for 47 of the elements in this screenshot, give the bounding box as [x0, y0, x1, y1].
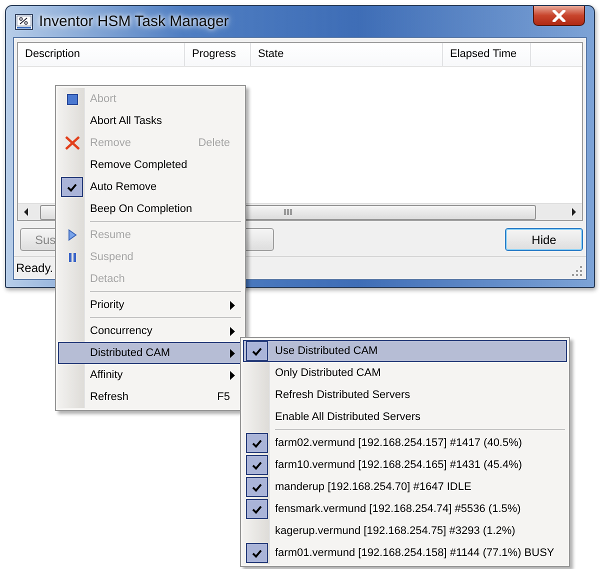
- app-icon: [15, 14, 33, 30]
- menu-item[interactable]: Concurrency: [58, 320, 243, 342]
- menu-item[interactable]: Refresh F5: [58, 386, 243, 408]
- check-icon: [246, 543, 268, 563]
- close-icon: [552, 10, 566, 22]
- menu-item[interactable]: manderup [192.168.254.70] #1647 IDLE: [243, 476, 567, 498]
- hide-button[interactable]: Hide: [505, 228, 583, 251]
- check-icon: [246, 455, 268, 475]
- scroll-right-icon[interactable]: [570, 207, 578, 217]
- check-icon: [246, 477, 268, 497]
- menu-item[interactable]: kagerup.vermund [192.168.254.75] #3293 (1.2%): [243, 520, 567, 542]
- column-header[interactable]: Elapsed Time: [443, 43, 531, 66]
- play-icon: [68, 229, 76, 241]
- pause-icon: [68, 252, 76, 262]
- menu-item[interactable]: Priority: [58, 294, 243, 316]
- check-icon: [246, 433, 268, 453]
- column-header[interactable]: Description: [18, 43, 185, 66]
- submenu-arrow-icon: [230, 326, 235, 336]
- menu-item[interactable]: Only Distributed CAM: [243, 362, 567, 384]
- status-text: Ready.: [16, 261, 54, 275]
- menu-item[interactable]: fensmark.vermund [192.168.254.74] #5536 (1.5%): [243, 498, 567, 520]
- check-icon: [246, 499, 268, 519]
- menu-item[interactable]: Refresh Distributed Servers: [243, 384, 567, 406]
- menu-item[interactable]: farm10.vermund [192.168.254.165] #1431 (45.4%): [243, 454, 567, 476]
- stop-icon: [66, 94, 78, 104]
- menu-item[interactable]: Remove Completed: [58, 154, 243, 176]
- submenu-arrow-icon: [230, 348, 235, 358]
- delete-icon: [64, 136, 80, 150]
- check-icon: [61, 177, 83, 197]
- resize-grip-icon[interactable]: [571, 265, 583, 277]
- close-button[interactable]: [533, 6, 585, 26]
- menu-item[interactable]: Affinity: [58, 364, 243, 386]
- menu-item[interactable]: farm02.vermund [192.168.254.157] #1417 (40.5%): [243, 432, 567, 454]
- scroll-left-icon[interactable]: [22, 207, 30, 217]
- menu-item[interactable]: farm01.vermund [192.168.254.158] #1144 (77.1%) BUSY: [243, 542, 567, 564]
- menu-item[interactable]: Distributed CAM: [58, 342, 243, 364]
- check-icon: [246, 341, 268, 361]
- column-header[interactable]: Progress: [185, 43, 251, 66]
- menu-item[interactable]: Use Distributed CAM: [243, 340, 567, 362]
- column-header[interactable]: State: [251, 43, 443, 66]
- menu-item[interactable]: Beep On Completion: [58, 198, 243, 220]
- menu-item[interactable]: Enable All Distributed Servers: [243, 406, 567, 428]
- menu-item[interactable]: Abort All Tasks: [58, 110, 243, 132]
- submenu-arrow-icon: [230, 370, 235, 380]
- window-title: Inventor HSM Task Manager: [39, 13, 229, 30]
- menu-item[interactable]: Auto Remove: [58, 176, 243, 198]
- submenu-arrow-icon: [230, 300, 235, 310]
